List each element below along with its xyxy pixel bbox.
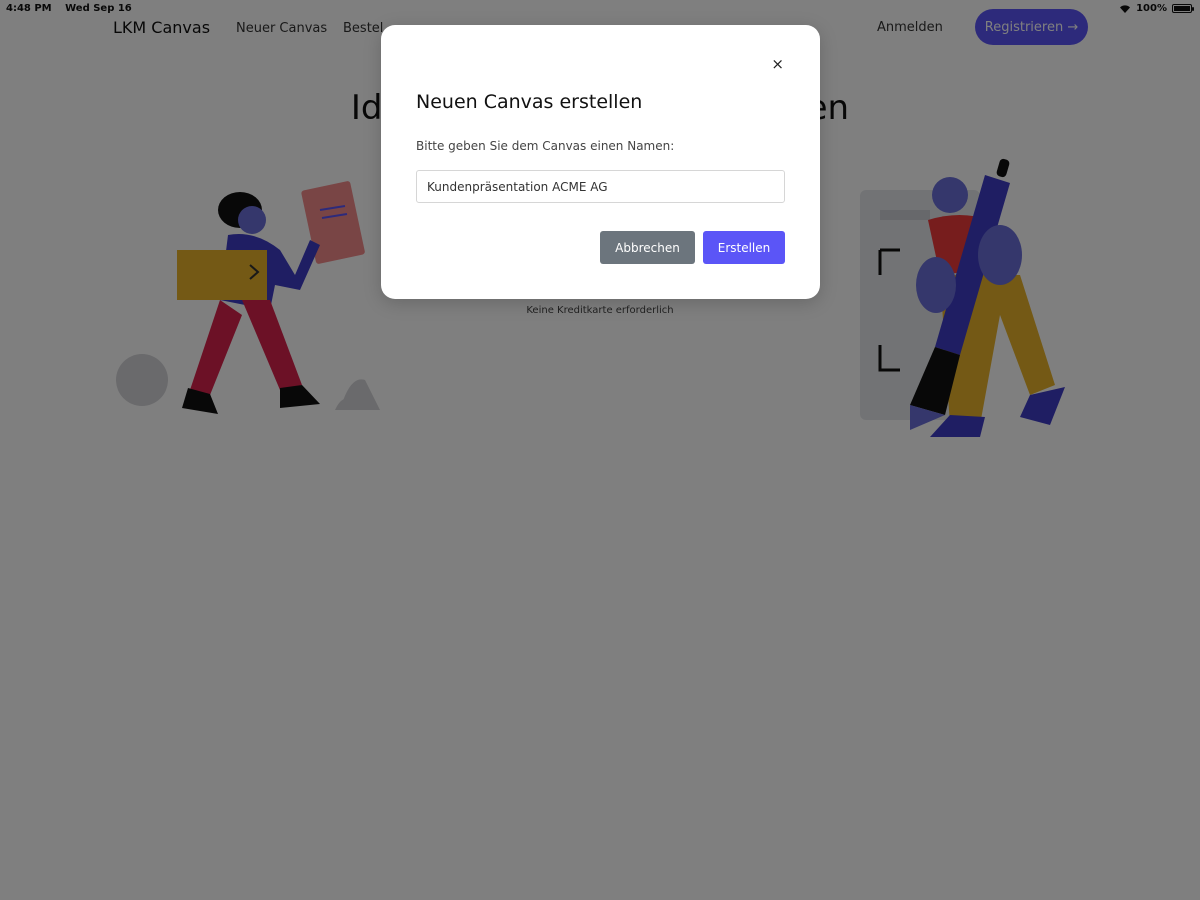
cancel-button[interactable]: Abbrechen: [600, 231, 695, 264]
create-canvas-dialog: × Neuen Canvas erstellen Bitte geben Sie…: [381, 25, 820, 299]
canvas-name-input[interactable]: [416, 170, 785, 203]
create-button[interactable]: Erstellen: [703, 231, 785, 264]
dialog-prompt: Bitte geben Sie dem Canvas einen Namen:: [416, 139, 675, 153]
dialog-title: Neuen Canvas erstellen: [416, 91, 643, 113]
close-icon[interactable]: ×: [771, 55, 784, 73]
